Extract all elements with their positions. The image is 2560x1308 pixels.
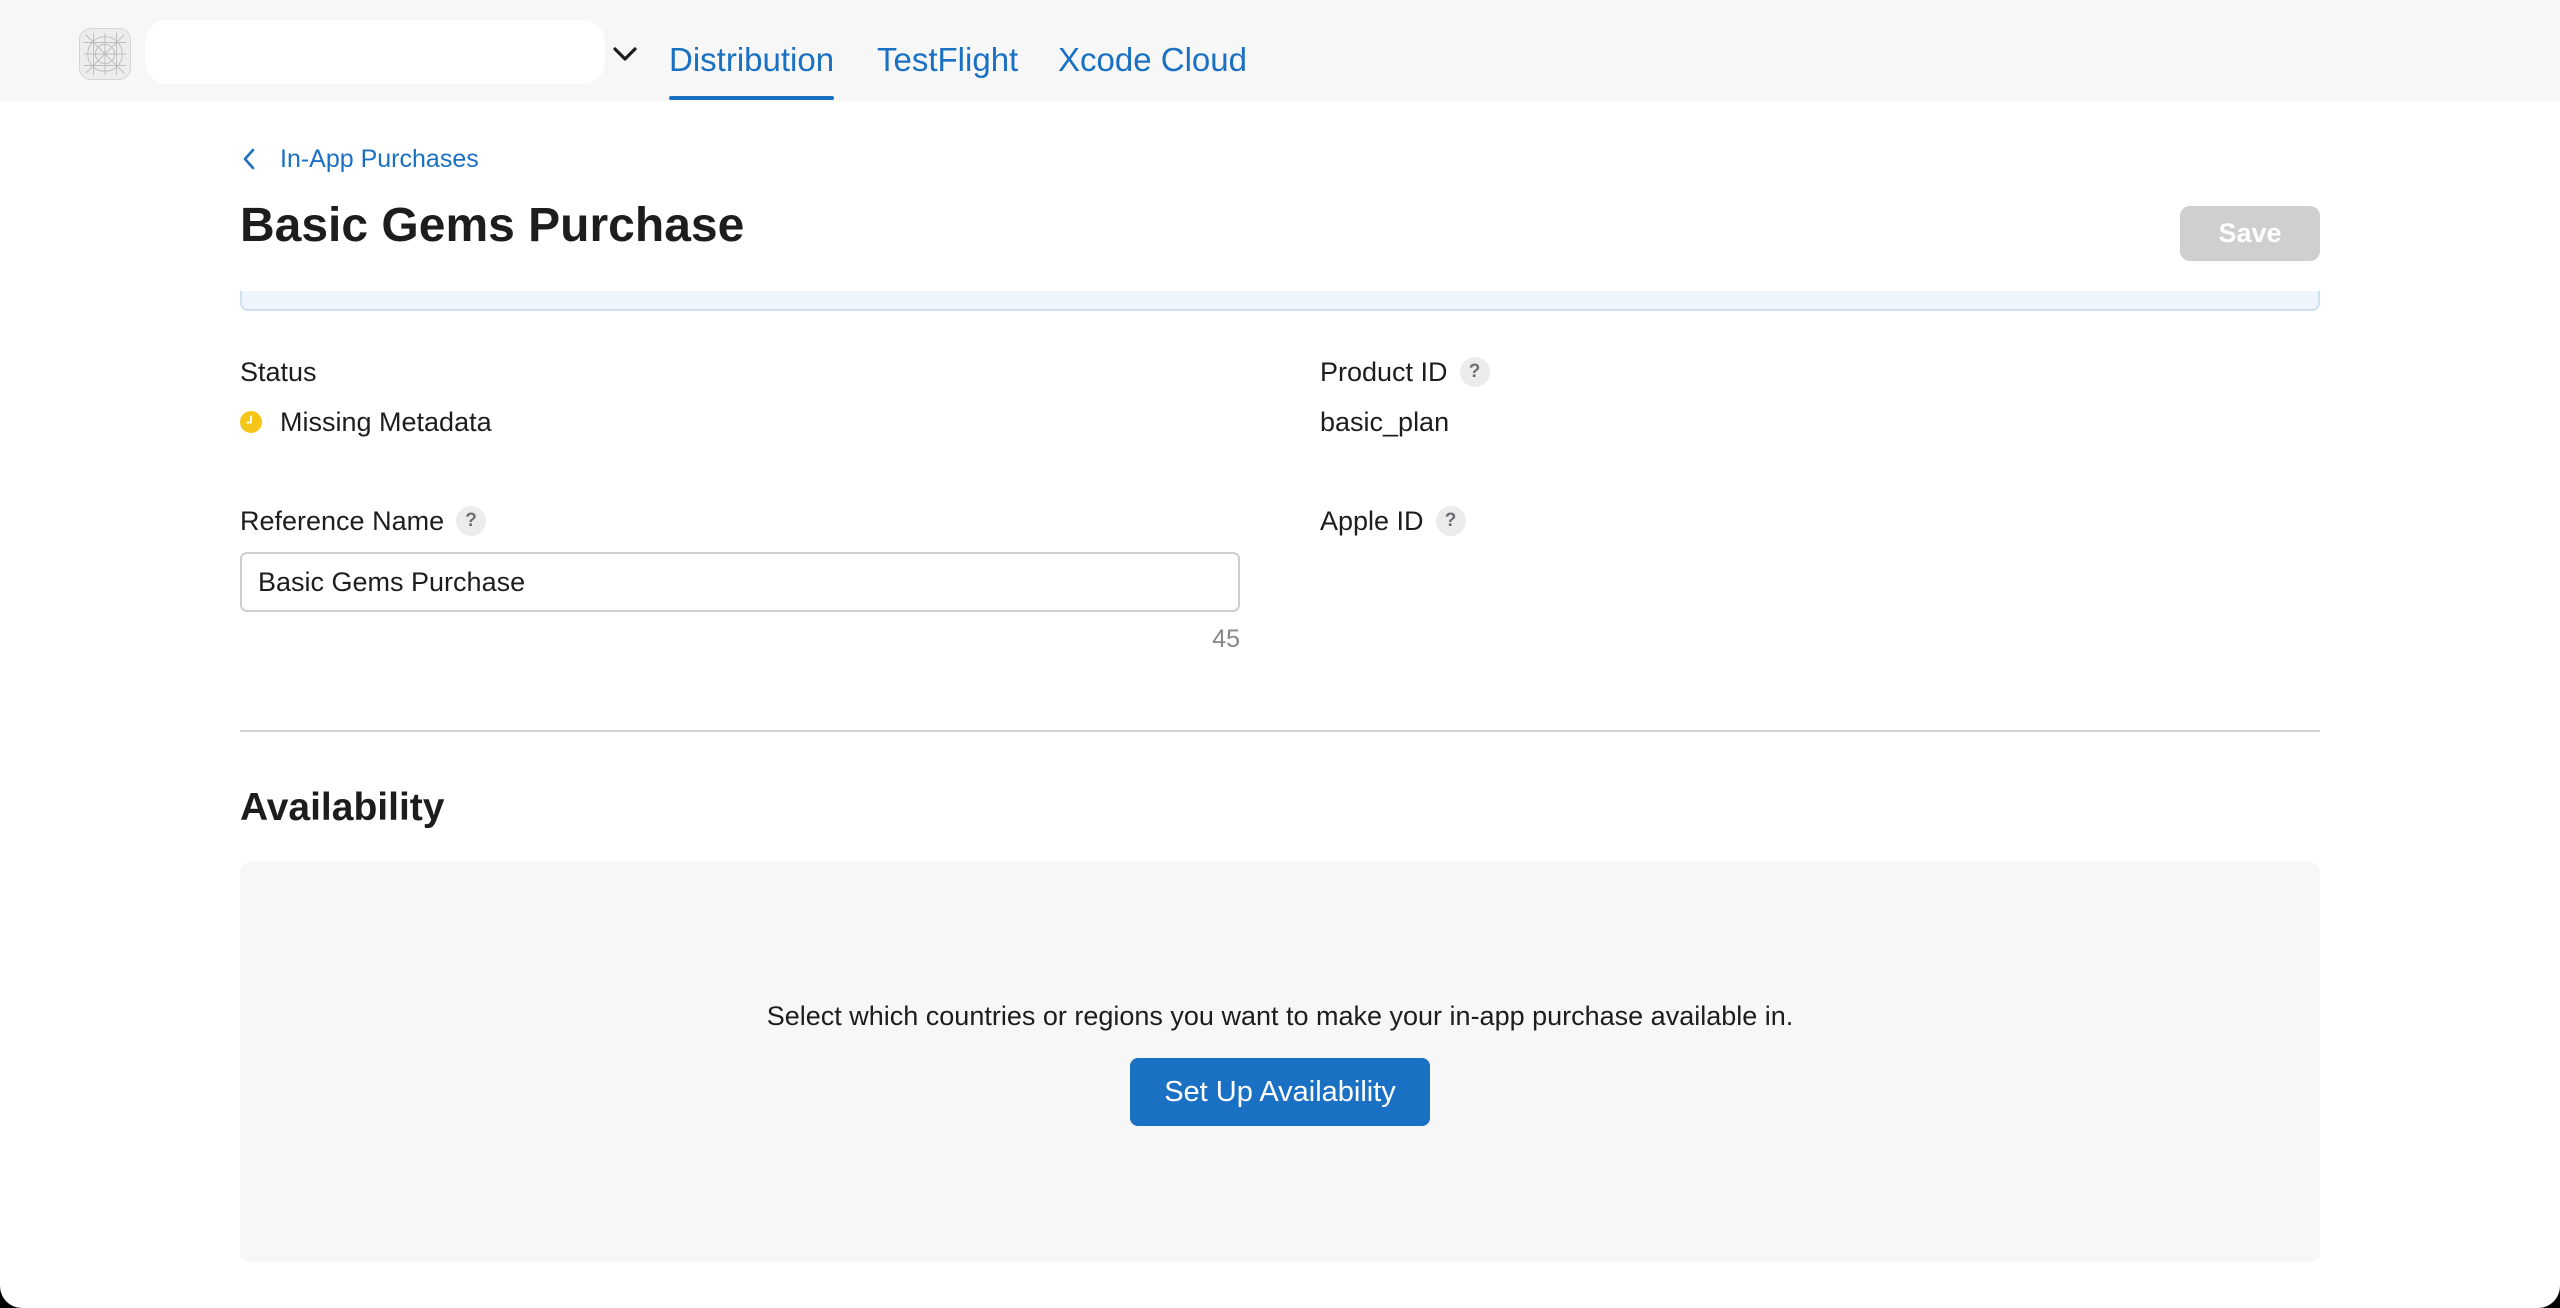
character-count: 45	[1212, 625, 1240, 653]
product-id-value: basic_plan	[1320, 407, 1450, 437]
apple-id-label-text: Apple ID	[1320, 506, 1424, 536]
reference-name-label-text: Reference Name	[240, 506, 445, 536]
apple-id-label: Apple ID ?	[1320, 503, 1466, 539]
save-button[interactable]: Save	[2180, 206, 2320, 261]
question-mark-icon[interactable]: ?	[456, 506, 487, 536]
availability-title: Availability	[240, 786, 445, 829]
section-divider	[240, 730, 2320, 732]
breadcrumb-back-link[interactable]: In-App Purchases	[240, 142, 479, 176]
info-banner	[240, 291, 2320, 311]
clock-status-icon	[240, 411, 262, 433]
reference-name-input[interactable]	[240, 552, 1240, 612]
question-mark-icon[interactable]: ?	[1459, 357, 1490, 387]
reference-name-label: Reference Name ?	[240, 503, 487, 539]
availability-panel: Select which countries or regions you wa…	[240, 862, 2320, 1262]
status-label: Status	[240, 354, 317, 390]
product-id-label-text: Product ID	[1320, 357, 1448, 387]
status-badge: Missing Metadata	[240, 404, 492, 440]
product-id-label: Product ID ?	[1320, 354, 1490, 390]
status-label-text: Status	[240, 357, 317, 387]
tab-xcode-cloud[interactable]: Xcode Cloud	[1058, 38, 1247, 82]
chevron-left-icon	[243, 148, 255, 170]
status-value: Missing Metadata	[280, 407, 492, 437]
availability-description: Select which countries or regions you wa…	[766, 1001, 1794, 1031]
breadcrumb-label: In-App Purchases	[280, 145, 479, 173]
chevron-down-icon[interactable]	[611, 44, 639, 64]
tab-distribution[interactable]: Distribution	[669, 38, 835, 100]
set-up-availability-button[interactable]: Set Up Availability	[1130, 1058, 1430, 1126]
app-placeholder-icon[interactable]	[79, 28, 131, 80]
tab-testflight[interactable]: TestFlight	[877, 38, 1018, 82]
question-mark-icon[interactable]: ?	[1435, 506, 1466, 536]
app-selector-name[interactable]	[145, 20, 605, 84]
page-title: Basic Gems Purchase	[240, 199, 745, 252]
top-nav-bar: Distribution TestFlight Xcode Cloud	[0, 0, 2560, 101]
app-store-connect-window: Distribution TestFlight Xcode Cloud In-A…	[0, 0, 2560, 1308]
